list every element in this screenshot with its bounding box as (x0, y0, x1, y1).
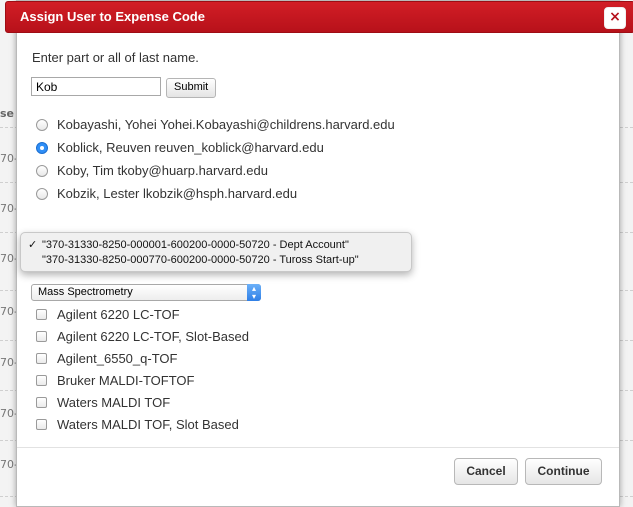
facility-select-value: Mass Spectrometry (38, 286, 133, 298)
last-name-input[interactable] (31, 77, 161, 96)
checkbox[interactable] (36, 330, 47, 342)
checkbox[interactable] (36, 396, 47, 408)
user-option[interactable]: Koby, Tim tkoby@huarp.harvard.edu (36, 159, 395, 182)
radio-button[interactable] (36, 164, 48, 177)
expense-code-option[interactable]: ✓ "370-31330-8250-000001-600200-0000-5072… (28, 238, 349, 251)
cancel-button[interactable]: Cancel (454, 458, 518, 485)
checkmark-icon: ✓ (28, 239, 38, 251)
instrument-label: Agilent 6220 LC-TOF, Slot-Based (57, 328, 249, 344)
instrument-label: Bruker MALDI-TOFTOF (57, 372, 195, 388)
background-column-header: se (0, 107, 15, 120)
dialog-title: Assign User to Expense Code (20, 9, 205, 24)
instrument-option[interactable]: Agilent 6220 LC-TOF, Slot-Based (36, 325, 249, 347)
radio-button[interactable] (36, 187, 48, 200)
dialog-footer-divider (17, 447, 619, 448)
user-results-list: Kobayashi, Yohei Yohei.Kobayashi@childre… (36, 113, 395, 205)
instrument-label: Waters MALDI TOF (57, 394, 171, 410)
checkbox[interactable] (36, 352, 47, 364)
background-row: 70- (0, 202, 18, 215)
instrument-list: Agilent 6220 LC-TOF Agilent 6220 LC-TOF,… (36, 303, 249, 435)
instrument-label: Waters MALDI TOF, Slot Based (57, 416, 239, 432)
instrument-option[interactable]: Agilent 6220 LC-TOF (36, 303, 249, 325)
submit-button[interactable]: Submit (166, 78, 217, 98)
continue-button[interactable]: Continue (525, 458, 602, 485)
instrument-option[interactable]: Waters MALDI TOF (36, 391, 249, 413)
search-prompt: Enter part or all of last name. (32, 50, 199, 65)
instrument-option[interactable]: Agilent_6550_q-TOF (36, 347, 249, 369)
user-option-label: Kobayashi, Yohei Yohei.Kobayashi@childre… (57, 117, 395, 132)
checkbox[interactable] (36, 418, 47, 430)
expense-code-dropdown-menu: ✓ "370-31330-8250-000001-600200-0000-5072… (20, 232, 412, 272)
user-option[interactable]: Kobzik, Lester lkobzik@hsph.harvard.edu (36, 182, 395, 205)
user-option-label: Kobzik, Lester lkobzik@hsph.harvard.edu (57, 186, 298, 201)
background-row: 70- (0, 458, 18, 471)
instrument-option[interactable]: Waters MALDI TOF, Slot Based (36, 413, 249, 435)
background-row: 70- (0, 252, 18, 265)
background-row: 70- (0, 152, 18, 165)
close-icon[interactable]: × (604, 7, 626, 29)
instrument-label: Agilent_6550_q-TOF (57, 350, 178, 366)
expense-code-label: "370-31330-8250-000770-600200-0000-50720… (42, 254, 359, 266)
background-row: 70- (0, 305, 18, 318)
background-row: 70- (0, 356, 18, 369)
radio-button[interactable] (36, 118, 48, 131)
facility-select[interactable]: Mass Spectrometry ▴ ▾ (31, 284, 261, 301)
instrument-option[interactable]: Bruker MALDI-TOFTOF (36, 369, 249, 391)
user-option-label: Koblick, Reuven reuven_koblick@harvard.e… (57, 140, 324, 155)
assign-user-dialog: Assign User to Expense Code × Enter part… (5, 0, 633, 507)
user-option-label: Koby, Tim tkoby@huarp.harvard.edu (57, 163, 268, 178)
select-arrows-icon: ▴ ▾ (247, 284, 261, 301)
checkbox[interactable] (36, 308, 47, 320)
dialog-titlebar[interactable]: Assign User to Expense Code × (5, 1, 633, 33)
radio-button-selected[interactable] (36, 141, 48, 154)
instrument-label: Agilent 6220 LC-TOF (57, 306, 180, 322)
user-option[interactable]: Kobayashi, Yohei Yohei.Kobayashi@childre… (36, 113, 395, 136)
background-row: 70- (0, 407, 18, 420)
user-option[interactable]: Koblick, Reuven reuven_koblick@harvard.e… (36, 136, 395, 159)
expense-code-label: "370-31330-8250-000001-600200-0000-50720… (42, 239, 349, 251)
expense-code-option[interactable]: "370-31330-8250-000770-600200-0000-50720… (28, 254, 359, 266)
checkbox[interactable] (36, 374, 47, 386)
